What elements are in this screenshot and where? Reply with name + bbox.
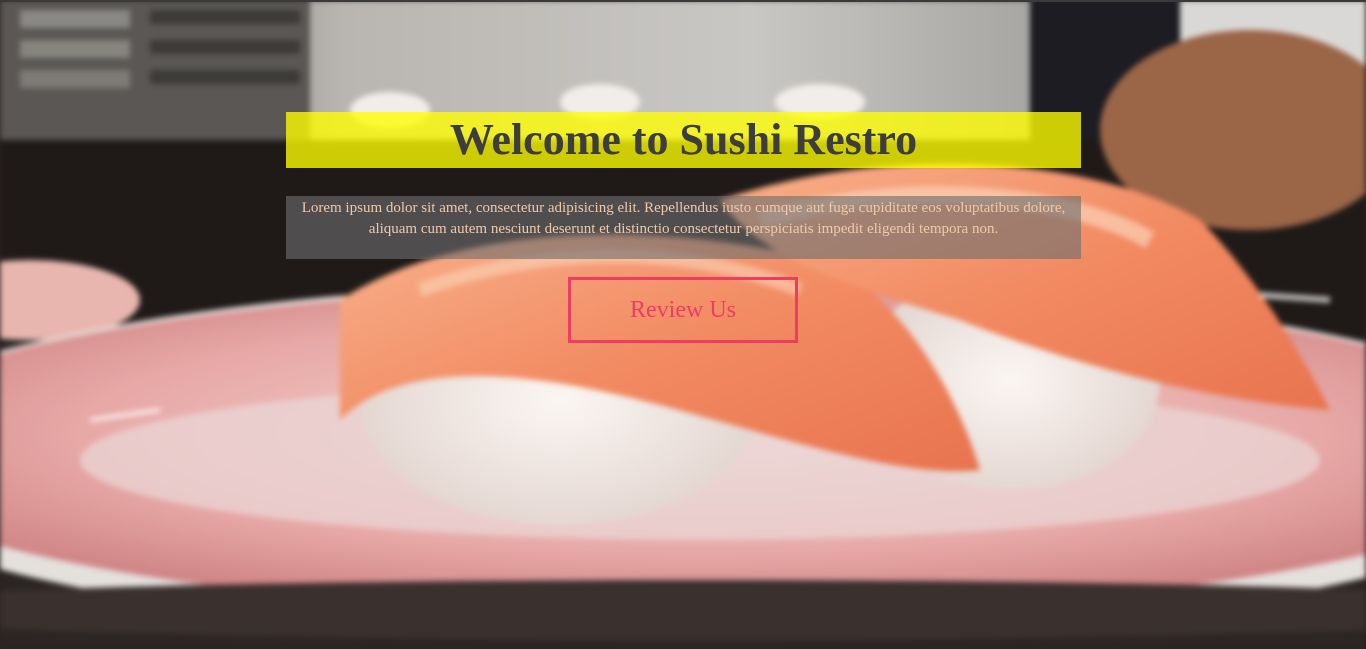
description-text: Lorem ipsum dolor sit amet, consectetur …: [301, 200, 1066, 237]
page-title: Welcome to Sushi Restro: [449, 115, 918, 164]
top-border: [0, 0, 1366, 2]
review-us-button[interactable]: Review Us: [568, 277, 798, 343]
title-banner: Welcome to Sushi Restro: [286, 112, 1081, 168]
description-box: Lorem ipsum dolor sit amet, consectetur …: [286, 196, 1081, 259]
hero-section: Welcome to Sushi Restro Lorem ipsum dolo…: [0, 0, 1366, 649]
